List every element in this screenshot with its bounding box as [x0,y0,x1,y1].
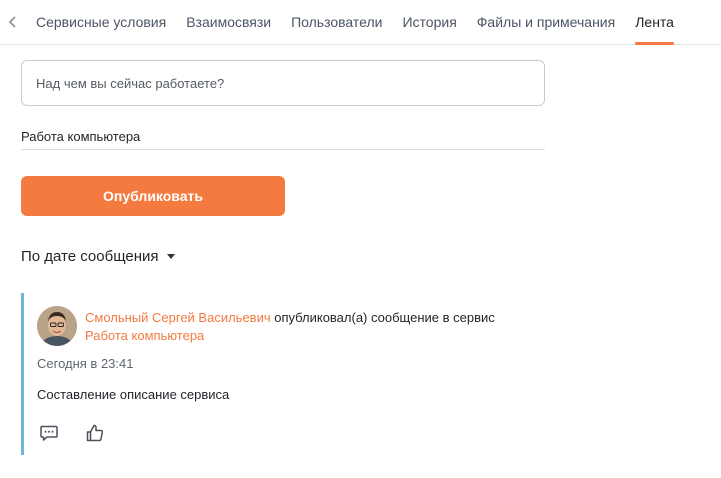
service-field[interactable]: Работа компьютера [21,124,545,150]
tab-history[interactable]: История [392,0,466,44]
tab-service-conditions[interactable]: Сервисные условия [26,0,176,44]
tab-bar: Сервисные условия Взаимосвязи Пользовате… [0,0,721,45]
caret-down-icon [166,253,175,259]
post-header: Смольный Сергей Васильевич опубликовал(а… [85,309,505,345]
feed-page: Сервисные условия Взаимосвязи Пользовате… [0,0,721,478]
post-author-link[interactable]: Смольный Сергей Васильевич [85,310,271,325]
post-actions [37,422,107,444]
tabs-scroll-left-button[interactable] [0,0,26,44]
tab-feed[interactable]: Лента [625,0,684,45]
tab-relations[interactable]: Взаимосвязи [176,0,281,44]
chevron-left-icon [8,16,16,28]
sort-dropdown[interactable]: По дате сообщения [21,245,175,267]
service-field-value: Работа компьютера [21,129,141,144]
comment-icon [40,425,58,441]
avatar[interactable] [37,306,77,346]
comment-button[interactable] [37,422,61,444]
feed-post: Смольный Сергей Васильевич опубликовал(а… [21,293,545,455]
post-action-text: опубликовал(а) сообщение в сервис [270,310,495,325]
like-icon [86,424,104,442]
post-service-link[interactable]: Работа компьютера [85,328,204,343]
status-message-input[interactable] [21,60,545,106]
post-body: Составление описание сервиса [37,387,230,402]
tab-users[interactable]: Пользователи [281,0,392,44]
sort-label: По дате сообщения [21,247,159,265]
avatar-image [37,306,77,346]
like-button[interactable] [83,422,107,444]
tab-files-notes[interactable]: Файлы и примечания [467,0,625,44]
post-timestamp: Сегодня в 23:41 [37,356,134,371]
publish-button[interactable]: Опубликовать [21,176,285,216]
